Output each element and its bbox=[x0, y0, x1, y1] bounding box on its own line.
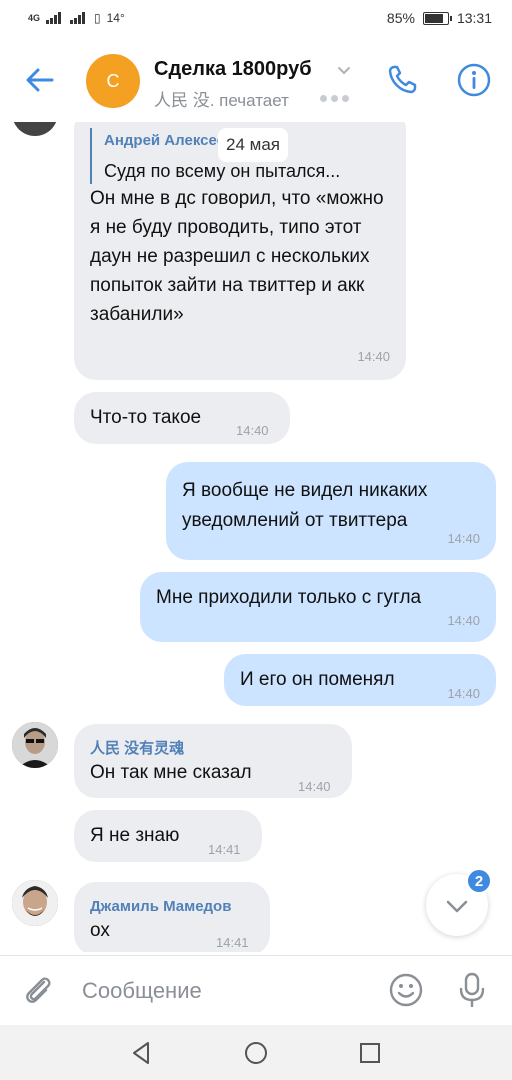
network-type-label: 4G bbox=[28, 13, 41, 23]
chat-avatar[interactable]: С bbox=[86, 54, 140, 108]
date-chip: 24 мая bbox=[218, 128, 288, 162]
avatar-photo bbox=[12, 722, 58, 768]
microphone-icon[interactable] bbox=[454, 970, 490, 1010]
typing-indicator bbox=[320, 95, 349, 102]
message-text: Он так мне сказал bbox=[90, 762, 252, 783]
sender-name[interactable]: 人民 没有灵魂 bbox=[90, 736, 184, 762]
sender-name[interactable]: Джамиль Мамедов bbox=[90, 894, 231, 920]
signal-icon-2 bbox=[70, 12, 88, 24]
message-text: Что-то такое bbox=[90, 407, 202, 428]
message-bubble[interactable]: Что-то такое 14:40 bbox=[74, 392, 290, 444]
message-text: Я вообще не видел никаких уведомлений от… bbox=[182, 480, 428, 531]
battery-percent: 85% bbox=[386, 10, 415, 26]
message-bubble[interactable]: 人民 没有灵魂 Он так мне сказал 14:40 bbox=[74, 724, 352, 798]
message-bubble-outgoing[interactable]: Я вообще не видел никаких уведомлений от… bbox=[166, 462, 496, 560]
sender-avatar[interactable] bbox=[12, 880, 58, 926]
battery-icon bbox=[422, 11, 452, 25]
sender-avatar[interactable] bbox=[12, 122, 58, 136]
chat-screen: 4G ▯ 14° 85% 13:31 С Сделка 1800руб 人民 没… bbox=[0, 0, 512, 1080]
message-bubble[interactable]: Андрей Алексеев Судя по всему он пытался… bbox=[74, 122, 406, 380]
message-text: Я не знаю bbox=[90, 825, 180, 846]
message-bubble[interactable]: Джамиль Мамедов ох 14:41 bbox=[74, 882, 270, 952]
message-input[interactable] bbox=[82, 974, 372, 1008]
status-bar: 4G ▯ 14° 85% 13:31 bbox=[0, 0, 512, 40]
back-arrow-icon[interactable] bbox=[22, 62, 58, 98]
phone-icon[interactable] bbox=[382, 60, 422, 100]
quote-author: Андрей Алексеев bbox=[104, 132, 224, 149]
message-time: 14:41 bbox=[208, 842, 241, 857]
message-time: 14:40 bbox=[447, 686, 480, 701]
sender-avatar[interactable] bbox=[12, 722, 58, 768]
clock: 13:31 bbox=[456, 10, 492, 26]
avatar-photo bbox=[12, 880, 58, 926]
message-text: ох bbox=[90, 920, 110, 941]
paperclip-icon[interactable] bbox=[20, 972, 56, 1008]
nav-home-icon[interactable] bbox=[242, 1039, 270, 1067]
vibrate-icon: ▯ bbox=[94, 11, 101, 25]
message-time: 14:40 bbox=[357, 349, 390, 364]
chevron-down-icon[interactable] bbox=[336, 62, 352, 78]
system-navigation-bar bbox=[0, 1025, 512, 1080]
message-text: И его он поменял bbox=[240, 669, 395, 690]
message-text: Мне приходили только с гугла bbox=[156, 587, 422, 608]
nav-back-icon[interactable] bbox=[128, 1039, 156, 1067]
typing-status: 人民 没. печатает bbox=[154, 91, 289, 110]
message-text: Он мне в дс говорил, что «можно я не буд… bbox=[90, 188, 384, 325]
message-composer bbox=[0, 955, 512, 1025]
nav-recent-apps-icon[interactable] bbox=[356, 1039, 384, 1067]
chat-title[interactable]: Сделка 1800руб bbox=[154, 58, 312, 81]
unread-count-badge: 2 bbox=[466, 868, 492, 894]
message-time: 14:40 bbox=[236, 423, 269, 438]
info-icon[interactable] bbox=[454, 60, 494, 100]
signal-icon bbox=[46, 12, 64, 24]
emoji-icon[interactable] bbox=[388, 972, 424, 1008]
message-time: 14:40 bbox=[447, 531, 480, 546]
message-time: 14:40 bbox=[447, 613, 480, 628]
temperature-label: 14° bbox=[106, 11, 125, 25]
message-bubble-outgoing[interactable]: Мне приходили только с гугла 14:40 bbox=[140, 572, 496, 642]
message-list[interactable]: Андрей Алексеев Судя по всему он пытался… bbox=[0, 122, 512, 952]
message-bubble[interactable]: Я не знаю 14:41 bbox=[74, 810, 262, 862]
message-time: 14:40 bbox=[298, 779, 331, 794]
chat-header: С Сделка 1800руб 人民 没. печатает bbox=[0, 40, 512, 122]
message-bubble-outgoing[interactable]: И его он поменял 14:40 bbox=[224, 654, 496, 706]
message-time: 14:41 bbox=[216, 935, 249, 950]
